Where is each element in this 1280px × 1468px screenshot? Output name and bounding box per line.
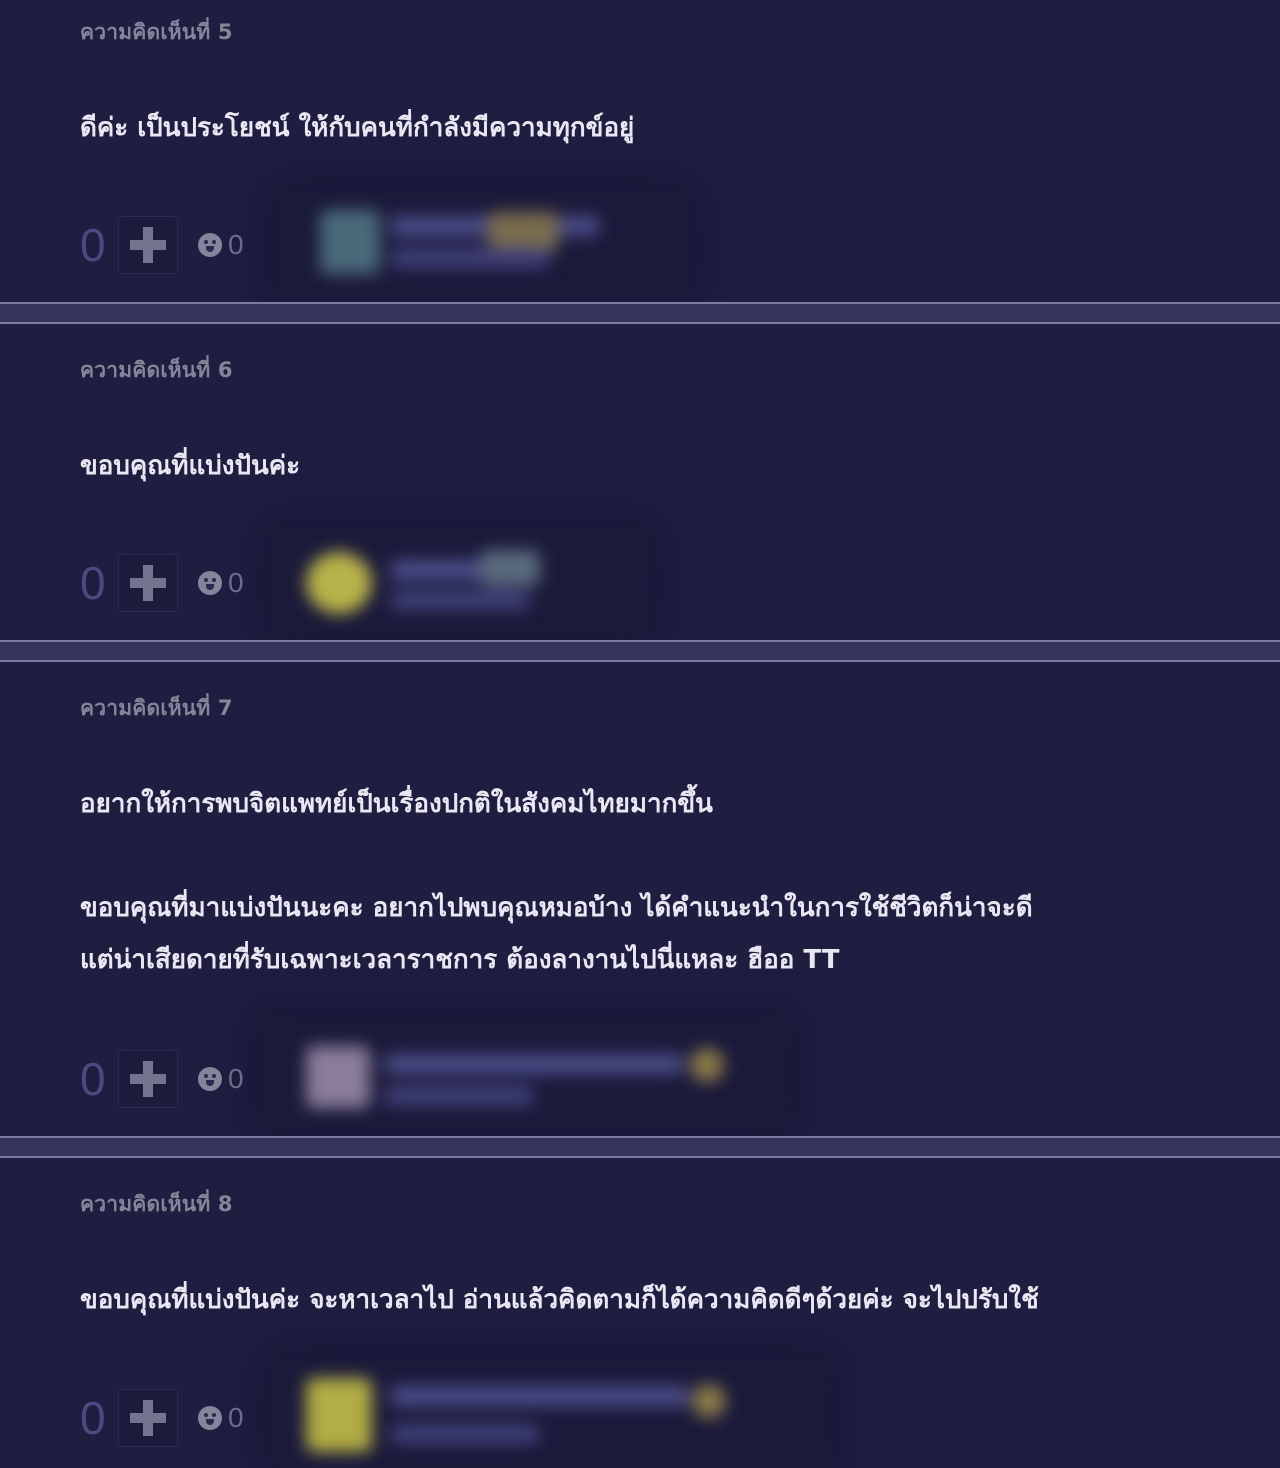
plus-icon xyxy=(130,227,166,263)
vote-count: 0 xyxy=(80,1053,106,1105)
emotion-button[interactable]: 0 xyxy=(198,1063,244,1095)
comment-number: ความคิดเห็นที่ 5 xyxy=(80,20,233,44)
vote-plus-button[interactable] xyxy=(118,1389,178,1447)
emotion-icon xyxy=(198,1406,222,1430)
comment-body: ขอบคุณที่แบ่งปันค่ะ จะหาเวลาไป อ่านแล้วค… xyxy=(80,1285,1039,1315)
vote-count: 0 xyxy=(80,557,106,609)
plus-icon xyxy=(130,565,166,601)
emotion-count: 0 xyxy=(228,1063,244,1094)
comment-body: ดีค่ะ เป็นประโยชน์ ให้กับคนที่กำลังมีควา… xyxy=(80,113,635,143)
comment-footer: 0 0 xyxy=(80,551,244,615)
emotion-count: 0 xyxy=(228,567,244,598)
comment-footer: 0 0 xyxy=(80,213,244,277)
plus-icon xyxy=(130,1400,166,1436)
comment-footer: 0 0 xyxy=(80,1386,244,1450)
comment-6: ความคิดเห็นที่ 6 ขอบคุณที่แบ่งปันค่ะ 0 0 xyxy=(0,324,1280,640)
comment-8: ความคิดเห็นที่ 8 ขอบคุณที่แบ่งปันค่ะ จะห… xyxy=(0,1158,1280,1468)
comment-7: ความคิดเห็นที่ 7 อยากให้การพบจิตแพทย์เป็… xyxy=(0,662,1280,1136)
vote-plus-button[interactable] xyxy=(118,1050,178,1108)
comment-separator xyxy=(0,640,1280,662)
comment-body: ขอบคุณที่แบ่งปันค่ะ xyxy=(80,451,301,481)
comment-number: ความคิดเห็นที่ 7 xyxy=(80,696,233,720)
plus-icon xyxy=(130,1061,166,1097)
emotion-button[interactable]: 0 xyxy=(198,1402,244,1434)
comment-separator xyxy=(0,1136,1280,1158)
emotion-icon xyxy=(198,233,222,257)
comment-number: ความคิดเห็นที่ 8 xyxy=(80,1192,233,1216)
emotion-button[interactable]: 0 xyxy=(198,229,244,261)
comment-5: ความคิดเห็นที่ 5 ดีค่ะ เป็นประโยชน์ ให้ก… xyxy=(0,0,1280,302)
emotion-icon xyxy=(198,1067,222,1091)
emotion-count: 0 xyxy=(228,1402,244,1433)
comment-separator xyxy=(0,302,1280,324)
vote-count: 0 xyxy=(80,1392,106,1444)
emotion-count: 0 xyxy=(228,229,244,260)
comment-number: ความคิดเห็นที่ 6 xyxy=(80,358,233,382)
comment-footer: 0 0 xyxy=(80,1047,244,1111)
vote-plus-button[interactable] xyxy=(118,216,178,274)
vote-plus-button[interactable] xyxy=(118,554,178,612)
emotion-icon xyxy=(198,571,222,595)
vote-count: 0 xyxy=(80,219,106,271)
comment-body: อยากให้การพบจิตแพทย์เป็นเรื่องปกติในสังค… xyxy=(80,789,1033,975)
emotion-button[interactable]: 0 xyxy=(198,567,244,599)
